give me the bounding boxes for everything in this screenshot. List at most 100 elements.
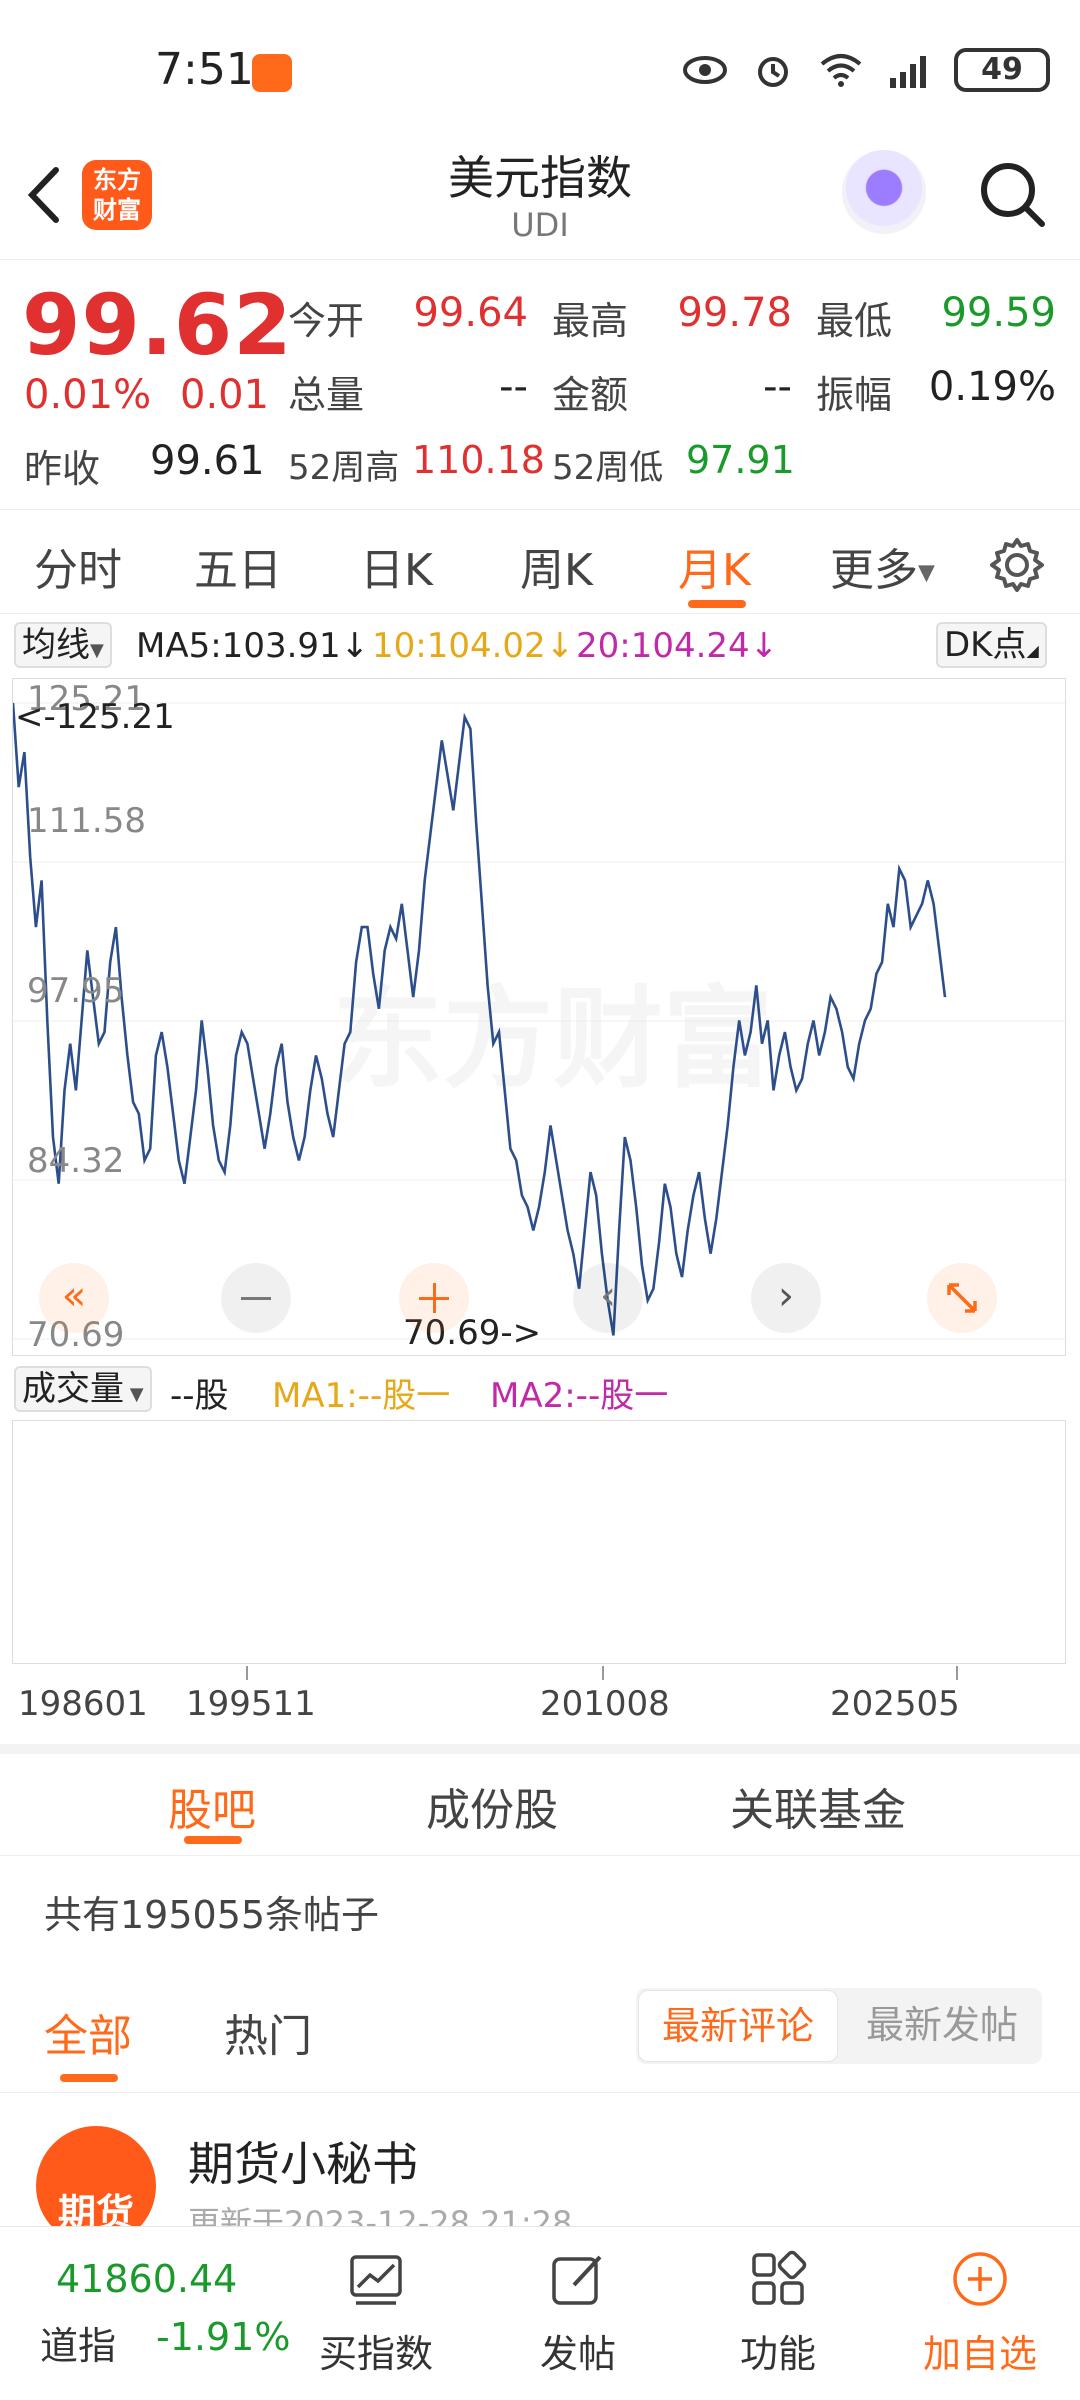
sort-toggle: 最新评论 最新发帖 — [636, 1988, 1042, 2064]
volume-chart[interactable] — [12, 1420, 1066, 1664]
max-price-label: <-125.21 — [15, 697, 175, 737]
volume-value: -- — [499, 364, 528, 410]
low-label: 最低 — [816, 299, 893, 343]
volume-indicator-row: 成交量 ▼ --股 MA1:--股一 MA2:--股一 — [0, 1362, 1080, 1418]
ma-selector[interactable]: 均线▼ — [14, 622, 112, 668]
assistant-robot-icon[interactable] — [842, 150, 926, 234]
header: 东方 财富 美元指数 UDI — [0, 130, 1080, 260]
w52-low-label: 52周低 — [552, 448, 664, 488]
ma-indicator-row: 均线▼ MA5:103.91↓ 10:104.02↓ 20:104.24↓ DK… — [0, 618, 1080, 678]
change-percent: 0.01% — [24, 372, 152, 418]
tab-five-day[interactable]: 五日 — [194, 534, 282, 598]
y-tick-3: 97.95 — [27, 971, 125, 1011]
edit-icon[interactable] — [548, 2249, 608, 2309]
functions-button[interactable]: 功能 — [718, 2323, 838, 2378]
prev-close-label: 昨收 — [24, 447, 101, 491]
dk-point-button[interactable]: DK点◢ — [936, 622, 1047, 668]
bottom-action-bar: 41860.44 道指 -1.91% 买指数 发帖 功能 加自选 — [0, 2226, 1080, 2400]
signal-icon — [890, 56, 926, 88]
fullscreen-icon[interactable] — [927, 1263, 997, 1333]
high-label: 最高 — [552, 299, 629, 343]
volume-label: 总量 — [288, 373, 365, 417]
x-tick-label: 198601 — [18, 1684, 148, 1724]
amount-label: 金额 — [552, 373, 629, 417]
eye-icon — [683, 56, 727, 84]
active-subtab-indicator — [184, 1836, 242, 1844]
volume-ma2: MA2:--股一 — [490, 1376, 669, 1416]
amplitude-label: 振幅 — [816, 373, 893, 417]
tab-more[interactable]: 更多▼ — [830, 534, 935, 598]
sort-latest-comment[interactable]: 最新评论 — [638, 1990, 838, 2062]
ma10-value: 10:104.02↓ — [372, 626, 575, 666]
sort-latest-post[interactable]: 最新发帖 — [844, 1990, 1040, 2062]
x-tick-mark — [602, 1666, 604, 1680]
post-button[interactable]: 发帖 — [518, 2323, 638, 2378]
index-ticker-change: -1.91% — [156, 2315, 291, 2359]
caret-down-icon: ▼ — [918, 560, 935, 586]
status-icons: 49 — [682, 48, 1050, 92]
grid-icon[interactable] — [748, 2249, 808, 2309]
chart-svg — [13, 702, 1067, 1340]
caret-down-icon: ▼ — [90, 640, 104, 661]
volume-selector[interactable]: 成交量 ▼ — [14, 1366, 152, 1412]
alarm-icon — [758, 57, 788, 87]
amplitude-value: 0.19% — [928, 364, 1056, 410]
zoom-in-icon[interactable] — [399, 1263, 469, 1333]
plus-circle-icon[interactable] — [950, 2249, 1010, 2309]
x-tick-label: 202505 — [830, 1684, 960, 1724]
battery-indicator: 49 — [954, 48, 1050, 92]
ma10-text: 10:104.02 — [372, 626, 546, 666]
corner-triangle-icon: ◢ — [1026, 641, 1039, 660]
x-tick-label: 201008 — [540, 1684, 670, 1724]
filter-hot[interactable]: 热门 — [224, 2000, 312, 2064]
price-chart[interactable]: 东方财富 125.21 111.58 97.95 84.32 70.69 <-1… — [12, 678, 1067, 1356]
open-value: 99.64 — [413, 290, 528, 336]
pan-right-icon[interactable]: › — [751, 1263, 821, 1333]
post-author-name[interactable]: 期货小秘书 — [188, 2128, 418, 2194]
buy-index-button[interactable]: 买指数 — [316, 2323, 436, 2378]
tab-daily-k[interactable]: 日K — [360, 534, 433, 598]
period-tabs: 分时 五日 日K 周K 月K 更多▼ — [0, 510, 1080, 614]
ma-selector-label: 均线 — [22, 625, 90, 665]
ma20-text: 20:104.24 — [576, 626, 750, 666]
price-series-line — [13, 702, 947, 1336]
tab-related-funds[interactable]: 关联基金 — [730, 1774, 906, 1838]
low-value: 99.59 — [941, 290, 1056, 336]
active-tab-indicator — [688, 600, 746, 608]
gear-icon[interactable] — [988, 536, 1046, 594]
divider — [0, 2092, 1080, 2093]
x-tick-label: 199511 — [186, 1684, 316, 1724]
y-tick-4: 84.32 — [27, 1141, 125, 1181]
w52-high-value: 110.18 — [412, 438, 545, 482]
index-ticker-value[interactable]: 41860.44 — [56, 2257, 237, 2301]
status-bar: 7:51 49 — [0, 0, 1080, 130]
search-icon[interactable] — [976, 158, 1048, 230]
tab-forum[interactable]: 股吧 — [168, 1774, 256, 1838]
active-filter-indicator — [60, 2074, 118, 2082]
status-time: 7:51 — [155, 44, 254, 95]
ma20-value: 20:104.24↓ — [576, 626, 779, 666]
ma5-value: MA5:103.91↓ — [136, 626, 370, 666]
post-count: 共有195055条帖子 — [44, 1893, 380, 1937]
tab-intraday[interactable]: 分时 — [34, 534, 122, 598]
tab-constituents[interactable]: 成份股 — [426, 1774, 558, 1838]
wifi-icon — [820, 54, 862, 87]
tab-weekly-k[interactable]: 周K — [520, 534, 593, 598]
double-left-icon[interactable]: « — [39, 1263, 109, 1333]
volume-selector-label: 成交量 — [22, 1369, 124, 1409]
tab-monthly-k[interactable]: 月K — [678, 534, 751, 598]
zoom-out-icon[interactable] — [221, 1263, 291, 1333]
w52-high-label: 52周高 — [288, 448, 400, 488]
prev-close-value: 99.61 — [150, 438, 265, 484]
quote-panel: 99.62 0.01% 0.01 昨收 99.61 今开 99.64 最高 99… — [0, 262, 1080, 510]
volume-ma1: MA1:--股一 — [272, 1376, 451, 1416]
add-watchlist-button[interactable]: 加自选 — [910, 2323, 1050, 2378]
tab-more-label: 更多 — [830, 545, 918, 596]
x-tick-mark — [246, 1666, 248, 1680]
trend-chart-icon[interactable] — [346, 2249, 406, 2309]
filter-all[interactable]: 全部 — [44, 2000, 132, 2064]
section-divider — [0, 1744, 1080, 1754]
pan-left-icon[interactable]: ‹ — [573, 1263, 643, 1333]
w52-low-value: 97.91 — [686, 438, 795, 482]
change-value: 0.01 — [180, 372, 270, 418]
